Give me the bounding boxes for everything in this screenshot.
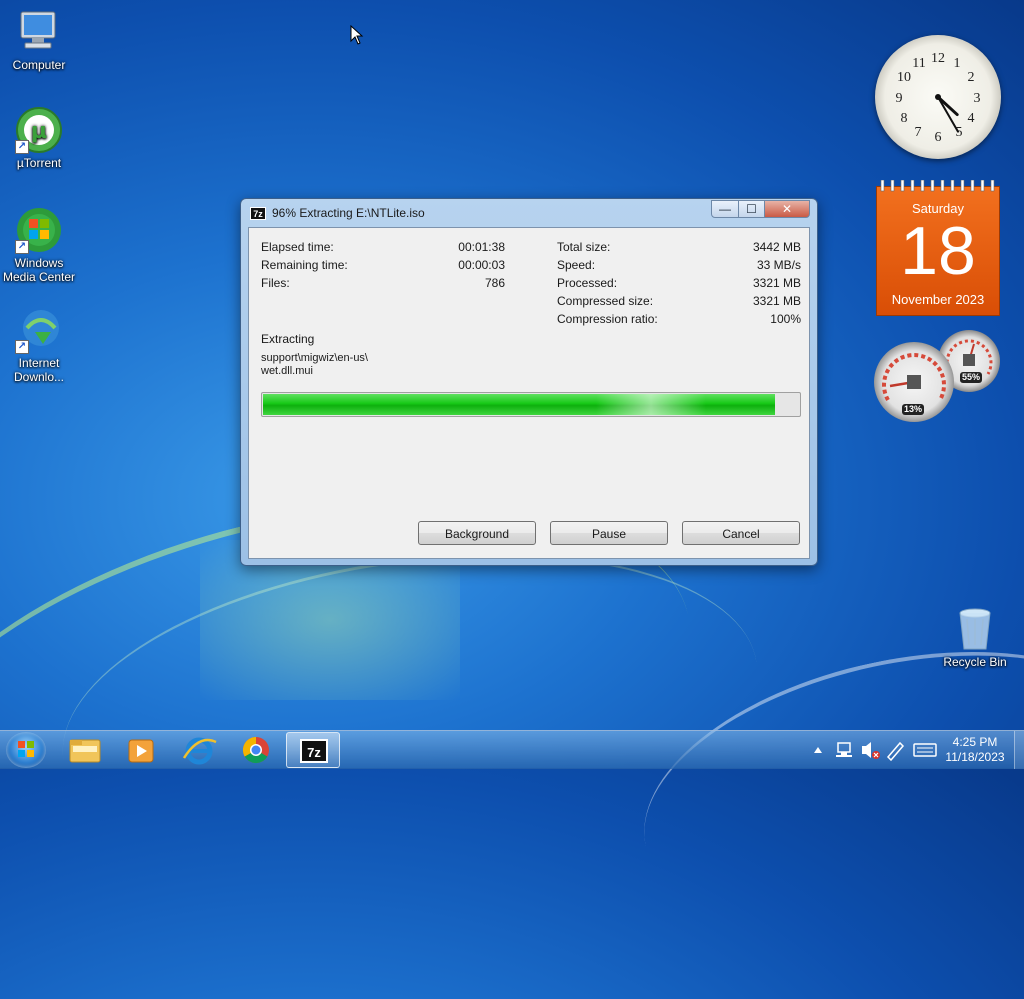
clock-face-icon: 12 12 345 678 91011 (896, 51, 981, 145)
chrome-icon (242, 736, 269, 764)
svg-text:9: 9 (896, 91, 903, 106)
tray-time: 4:25 PM (952, 735, 998, 749)
keyboard-icon (913, 743, 937, 757)
svg-text:8: 8 (901, 111, 908, 126)
elapsed-time-value: 00:01:38 (458, 240, 505, 254)
svg-text:1: 1 (954, 56, 961, 71)
files-label: Files: (261, 276, 290, 290)
maximize-button[interactable]: ☐ (738, 200, 765, 218)
svg-text:2: 2 (968, 70, 975, 85)
calendar-gadget[interactable]: Saturday 18 November 2023 (876, 180, 1000, 316)
cpu-percent: 13% (902, 404, 925, 415)
shortcut-arrow-icon: ↗ (15, 140, 29, 154)
desktop-icon-computer[interactable]: Computer (0, 8, 78, 72)
compression-ratio-value: 100% (770, 312, 801, 326)
desktop-icon-label: Recycle Bin (943, 655, 1007, 669)
compression-ratio-label: Compression ratio: (557, 312, 658, 326)
calendar-month-year: November 2023 (891, 292, 985, 307)
close-button[interactable]: ✕ (764, 200, 810, 218)
taskbar-chrome[interactable] (229, 732, 283, 768)
current-file: wet.dll.mui (261, 365, 313, 377)
compressed-size-value: 3321 MB (752, 294, 801, 308)
volume-muted-icon (862, 742, 880, 759)
7zip-app-icon: 7z (250, 207, 266, 220)
background-button[interactable]: Background (418, 521, 536, 545)
recycle-bin-icon (951, 605, 999, 653)
show-desktop-button[interactable] (1014, 731, 1024, 769)
internet-download-manager-icon: ↗ (15, 306, 63, 354)
desktop-icon-windows-media-center[interactable]: ↗ Windows Media Center (0, 206, 78, 284)
desktop-icon-internet-download-manager[interactable]: ↗ Internet Downlo... (0, 306, 78, 384)
svg-text:6: 6 (935, 130, 942, 145)
computer-icon (15, 8, 63, 56)
svg-text:12: 12 (931, 51, 945, 66)
processed-value: 3321 MB (752, 276, 801, 290)
compressed-size-label: Compressed size: (557, 294, 654, 308)
desktop-icon-utorrent[interactable]: µ ↗ µTorrent (0, 106, 78, 170)
taskbar-media-player[interactable] (114, 732, 168, 768)
network-icon (836, 742, 852, 757)
file-explorer-icon (69, 739, 101, 763)
start-orb-icon[interactable] (6, 732, 46, 768)
desktop-icon-label: µTorrent (16, 156, 62, 170)
taskbar-7zip[interactable]: 7z (286, 732, 340, 768)
total-size-value: 3442 MB (752, 240, 801, 254)
memory-percent: 55% (960, 372, 983, 383)
dialog-client-area: Elapsed time: 00:01:38 Remaining time: 0… (248, 227, 810, 559)
elapsed-time-label: Elapsed time: (261, 240, 334, 254)
total-size-label: Total size: (557, 240, 611, 254)
svg-text:11: 11 (912, 56, 925, 71)
svg-text:7: 7 (915, 125, 922, 140)
extraction-progress-bar (261, 392, 801, 417)
pen-input-icon (886, 741, 905, 762)
svg-text:10: 10 (897, 70, 911, 85)
status-label: Extracting (261, 332, 315, 346)
current-path: support\migwiz\en-us\ (261, 352, 368, 364)
svg-text:7z: 7z (307, 745, 321, 760)
tray-date: 11/18/2023 (945, 750, 1005, 764)
shortcut-arrow-icon: ↗ (15, 240, 29, 254)
shortcut-arrow-icon: ↗ (15, 340, 29, 354)
internet-explorer-icon (182, 737, 217, 765)
svg-text:3: 3 (974, 91, 981, 106)
processed-label: Processed: (557, 276, 618, 290)
svg-text:4: 4 (968, 111, 975, 126)
cpu-meter-gadget[interactable]: 55% 13% (874, 330, 1004, 426)
media-player-icon (128, 739, 154, 763)
7zip-icon: 7z (300, 739, 328, 763)
title-bar[interactable]: 7z 96% Extracting E:\NTLite.iso — ☐ ✕ (241, 199, 817, 227)
speed-label: Speed: (557, 258, 596, 272)
clock-gadget[interactable]: 12 1 2 345 678 9 10 11 (875, 35, 1001, 159)
system-clock[interactable]: 4:25 PM 11/18/2023 (940, 735, 1010, 765)
remaining-time-label: Remaining time: (261, 258, 348, 272)
cpu-gauge-icon: 13% (874, 342, 954, 422)
cancel-button[interactable]: Cancel (682, 521, 800, 545)
desktop-icon-label: Computer (12, 58, 66, 72)
taskbar: 7z 4:25 PM 11/18/2023 (0, 730, 1024, 769)
show-hidden-icons-icon (814, 747, 822, 753)
taskbar-file-explorer[interactable] (58, 732, 112, 768)
desktop-icon-label: Windows Media Center (2, 256, 76, 284)
calendar-day-number: 18 (900, 213, 976, 289)
speed-value: 33 MB/s (756, 258, 801, 272)
files-value: 786 (484, 276, 505, 290)
window-title: 96% Extracting E:\NTLite.iso (272, 206, 425, 220)
calendar-rings-icon (880, 180, 995, 192)
remaining-time-value: 00:00:03 (458, 258, 505, 272)
svg-text:µ: µ (31, 119, 47, 144)
windows-media-center-icon: ↗ (15, 206, 63, 254)
desktop-icon-label: Internet Downlo... (13, 356, 65, 384)
mouse-cursor-icon (350, 24, 364, 50)
progress-shine (595, 394, 706, 415)
minimize-button[interactable]: — (711, 200, 739, 218)
notification-area (808, 731, 938, 769)
taskbar-internet-explorer[interactable] (172, 732, 226, 768)
desktop-icon-recycle-bin[interactable]: Recycle Bin (936, 605, 1014, 669)
pause-button[interactable]: Pause (550, 521, 668, 545)
utorrent-icon: µ ↗ (15, 106, 63, 154)
extraction-dialog[interactable]: 7z 96% Extracting E:\NTLite.iso — ☐ ✕ El… (240, 198, 818, 566)
